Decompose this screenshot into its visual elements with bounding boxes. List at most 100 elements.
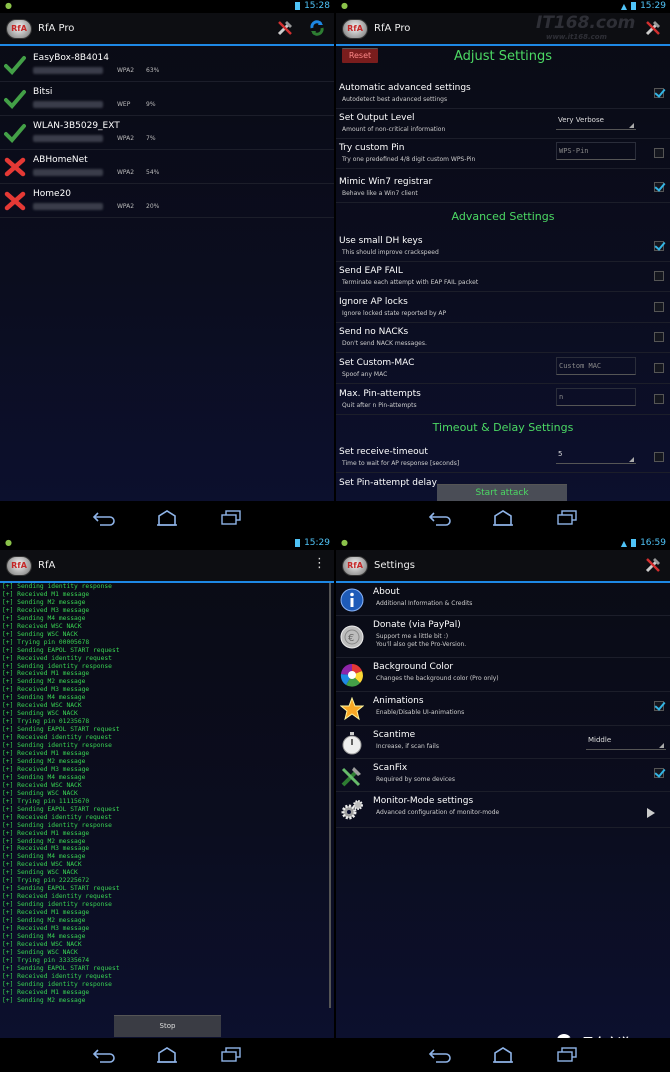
network-row[interactable]: WLAN-3B5029_EXT WPA2 7% xyxy=(0,116,334,150)
setting-checkbox[interactable] xyxy=(654,332,664,342)
start-attack-button[interactable]: Start attack xyxy=(437,484,567,502)
setting-checkbox[interactable] xyxy=(654,88,664,98)
setting-checkbox[interactable] xyxy=(654,241,664,251)
setting-input[interactable]: n xyxy=(556,388,636,406)
setting-summary: Try one predefined 4/8 digit custom WPS-… xyxy=(342,156,476,163)
home-icon[interactable] xyxy=(154,509,180,527)
back-icon[interactable] xyxy=(426,1046,452,1064)
setting-row[interactable]: Ignore AP locks Ignore locked state repor… xyxy=(336,293,670,323)
recent-apps-icon[interactable] xyxy=(218,1046,244,1064)
setting-spinner[interactable]: Very Verbose xyxy=(556,116,636,130)
color-wheel-icon xyxy=(340,663,364,687)
setting-checkbox[interactable] xyxy=(654,452,664,462)
adjust-settings-screen: ● ▲ 15:29 RfA RfA Pro IT168.com www.it168… xyxy=(336,0,670,535)
stop-button[interactable]: Stop xyxy=(114,1015,221,1037)
action-bar: RfA RfA Pro IT168.com www.it168.com xyxy=(336,13,670,46)
refresh-icon[interactable] xyxy=(308,19,326,37)
clock: 15:29 xyxy=(304,538,330,548)
watermark-it168-url: www.it168.com xyxy=(546,33,607,41)
back-icon[interactable] xyxy=(90,509,116,527)
overflow-menu-icon[interactable]: ⋮ xyxy=(313,556,326,572)
setting-row[interactable]: Max. Pin-attempts Quit after n Pin-attemp… xyxy=(336,385,670,415)
log-line: [+] Received M3 message xyxy=(2,606,90,614)
setting-checkbox[interactable] xyxy=(654,302,664,312)
setting-row[interactable]: Send EAP FAIL Terminate each attempt with… xyxy=(336,262,670,292)
setting-row[interactable]: Mimic Win7 registrar Behave like a Win7 c… xyxy=(336,173,670,203)
settings-tools-icon[interactable] xyxy=(644,19,662,37)
preference-checkbox[interactable] xyxy=(654,768,664,778)
setting-summary: Behave like a Win7 client xyxy=(342,190,418,197)
recent-apps-icon[interactable] xyxy=(218,509,244,527)
network-signal: 7% xyxy=(146,135,156,142)
setting-checkbox[interactable] xyxy=(654,148,664,158)
recent-apps-icon[interactable] xyxy=(554,1046,580,1064)
preference-row[interactable]: Scantime Increase, if scan fails Middle xyxy=(336,726,670,759)
network-ssid: Bitsi xyxy=(33,87,53,97)
preference-spinner[interactable]: Middle xyxy=(586,736,666,750)
preference-row[interactable]: Background Color Changes the background c… xyxy=(336,658,670,692)
setting-row[interactable]: Set Output Level Amount of non-critical i… xyxy=(336,109,670,139)
preference-row[interactable]: Animations Enable/Disable UI-animations xyxy=(336,692,670,726)
home-icon[interactable] xyxy=(490,509,516,527)
preference-row[interactable]: About Additional Information & Credits xyxy=(336,583,670,616)
setting-spinner[interactable]: 5 xyxy=(556,450,636,464)
setting-summary: Quit after n Pin-attempts xyxy=(342,402,417,409)
log-line: [+] Received WSC NACK xyxy=(2,781,82,789)
log-line: [+] Received M1 message xyxy=(2,829,90,837)
preference-row[interactable]: ScanFix Required by some devices xyxy=(336,759,670,792)
setting-checkbox[interactable] xyxy=(654,394,664,404)
setting-input[interactable]: WPS-Pin xyxy=(556,142,636,160)
nav-bar xyxy=(336,501,670,535)
network-row[interactable]: ABHomeNet WPA2 54% xyxy=(0,150,334,184)
setting-checkbox[interactable] xyxy=(654,271,664,281)
setting-row[interactable]: Send no NACKs Don't send NACK messages. xyxy=(336,323,670,353)
home-icon[interactable] xyxy=(154,1046,180,1064)
setting-row[interactable]: Automatic advanced settings Autodetect be… xyxy=(336,79,670,109)
preference-summary: Enable/Disable UI-animations xyxy=(376,709,465,716)
log-line: [+] Sending EAPOL START request xyxy=(2,885,120,893)
chevron-right-icon[interactable] xyxy=(646,803,656,822)
preference-checkbox[interactable] xyxy=(654,701,664,711)
log-line: [+] Sending identity response xyxy=(2,742,112,750)
action-bar: RfA Settings xyxy=(336,550,670,583)
network-row[interactable]: Bitsi WEP 9% xyxy=(0,82,334,116)
network-encryption: WEP xyxy=(117,101,131,108)
network-row[interactable]: Home20 WPA2 20% xyxy=(0,184,334,218)
back-icon[interactable] xyxy=(90,1046,116,1064)
setting-input[interactable]: Custom MAC xyxy=(556,357,636,375)
preference-title: Animations xyxy=(373,696,424,706)
app-logo: RfA xyxy=(6,18,32,39)
clock: 15:28 xyxy=(304,1,330,11)
settings-tools-icon[interactable] xyxy=(644,556,662,574)
cross-icon xyxy=(4,157,26,177)
log-scrollbar[interactable] xyxy=(329,583,331,1008)
setting-row[interactable]: Set receive-timeout Time to wait for AP r… xyxy=(336,443,670,473)
setting-row[interactable]: Use small DH keys This should improve cra… xyxy=(336,232,670,262)
recent-apps-icon[interactable] xyxy=(554,509,580,527)
home-icon[interactable] xyxy=(490,1046,516,1064)
setting-checkbox[interactable] xyxy=(654,363,664,373)
android-icon: ● xyxy=(5,1,12,10)
preference-row[interactable]: Monitor-Mode settings Advanced configurat… xyxy=(336,792,670,828)
setting-row[interactable]: Try custom Pin Try one predefined 4/8 dig… xyxy=(336,139,670,169)
setting-title: Max. Pin-attempts xyxy=(339,389,421,399)
network-row[interactable]: EasyBox-8B4014 WPA2 63% xyxy=(0,48,334,82)
setting-checkbox[interactable] xyxy=(654,182,664,192)
setting-title: Use small DH keys xyxy=(339,236,423,246)
status-bar: ● 15:29 xyxy=(0,537,334,550)
setting-title: Set Pin-attempt delay xyxy=(339,478,437,488)
app-title: RfA Pro xyxy=(374,23,411,34)
back-icon[interactable] xyxy=(426,509,452,527)
setting-title: Try custom Pin xyxy=(339,143,405,153)
preference-summary: Additional Information & Credits xyxy=(376,600,473,607)
log-line: [+] Sending identity response xyxy=(2,980,112,988)
preference-row[interactable]: € Donate (via PayPal) Support me a little … xyxy=(336,616,670,658)
battery-icon xyxy=(295,2,301,10)
setting-summary: Don't send NACK messages. xyxy=(342,340,427,347)
settings-tools-icon[interactable] xyxy=(276,19,294,37)
clock: 15:29 xyxy=(640,1,666,11)
setting-title: Set Output Level xyxy=(339,113,415,123)
setting-row[interactable]: Set Custom-MAC Spoof any MAC Custom MAC xyxy=(336,354,670,384)
battery-icon xyxy=(631,539,637,547)
log-line: [+] Sending M2 message xyxy=(2,837,86,845)
